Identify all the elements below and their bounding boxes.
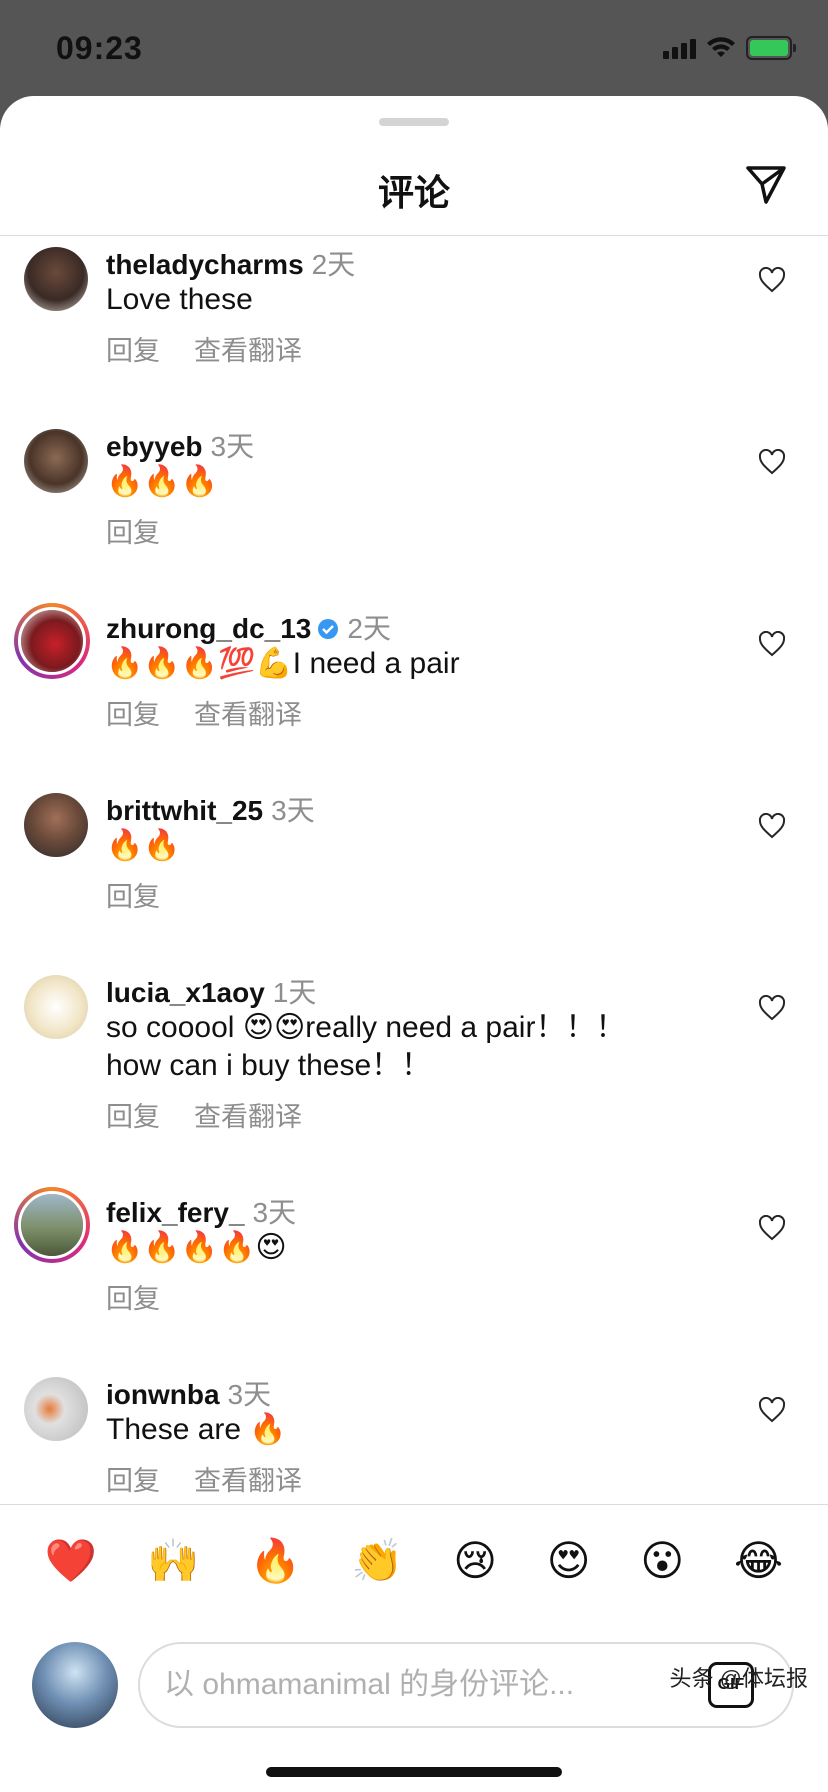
- comment-header: lucia_x1aoy 1天: [106, 971, 316, 1011]
- comment-time: 3天: [210, 431, 255, 462]
- comment-item: lucia_x1aoy 1天 so cooool 😍😍really need a …: [0, 965, 828, 1185]
- username[interactable]: zhurong_dc_13: [106, 613, 311, 644]
- reply-button[interactable]: 回复: [106, 700, 160, 730]
- emoji-raising-hands[interactable]: 🙌: [147, 1536, 199, 1586]
- comment-text: 🔥🔥🔥: [106, 465, 219, 498]
- username[interactable]: lucia_x1aoy: [106, 977, 265, 1008]
- comment-item: ebyyeb 3天 🔥🔥🔥 回复: [0, 419, 828, 601]
- username[interactable]: theladycharms: [106, 249, 304, 280]
- comment-actions: 回复 查看翻译: [106, 329, 336, 368]
- comment-time: 3天: [271, 795, 315, 826]
- like-heart-icon[interactable]: [758, 1397, 786, 1423]
- emoji-laughing[interactable]: 😂: [734, 1536, 783, 1585]
- see-translation-button[interactable]: 查看翻译: [194, 1466, 302, 1496]
- see-translation-button[interactable]: 查看翻译: [194, 700, 302, 730]
- emoji-heart[interactable]: ❤️: [45, 1536, 97, 1586]
- like-heart-icon[interactable]: [758, 1215, 786, 1241]
- like-heart-icon[interactable]: [758, 267, 786, 293]
- comment-text: Love these: [106, 283, 253, 316]
- avatar[interactable]: [24, 793, 88, 857]
- avatar-story-ring[interactable]: [14, 603, 90, 679]
- comment-header: ebyyeb 3天: [106, 425, 254, 465]
- comment-text: 🔥🔥🔥💯💪I need a pair: [106, 647, 460, 680]
- reply-button[interactable]: 回复: [106, 1284, 160, 1314]
- cellular-signal-icon: [663, 37, 696, 59]
- avatar[interactable]: [24, 975, 88, 1039]
- comment-time: 1天: [272, 977, 317, 1008]
- comment-actions: 回复: [106, 1277, 194, 1316]
- comment-header: theladycharms 2天: [106, 243, 355, 283]
- comment-item: zhurong_dc_13 2天 🔥🔥🔥💯💪I need a pair 回复 查看翻…: [0, 601, 828, 783]
- emoji-fire[interactable]: 🔥: [249, 1536, 301, 1586]
- comment-text: so cooool 😍😍really need a pair！！！ how ca…: [106, 1011, 626, 1082]
- current-user-avatar: [32, 1642, 118, 1728]
- comment-actions: 回复 查看翻译: [106, 1095, 336, 1134]
- quick-emoji-bar: ❤️ 🙌 🔥 👏 😢 😍 😮 😂: [0, 1504, 828, 1616]
- reply-button[interactable]: 回复: [106, 1102, 160, 1132]
- avatar[interactable]: [24, 1377, 88, 1441]
- avatar[interactable]: [24, 429, 88, 493]
- sheet-header: 评论: [0, 136, 828, 236]
- comment-item: theladycharms 2天 Love these 回复 查看翻译: [0, 237, 828, 419]
- comment-header: brittwhit_25 3天: [106, 789, 315, 829]
- emoji-crying[interactable]: 😢: [453, 1536, 497, 1585]
- avatar[interactable]: [24, 247, 88, 311]
- sheet-title: 评论: [377, 172, 450, 213]
- comment-text: 🔥🔥: [106, 829, 181, 862]
- home-indicator: [266, 1767, 562, 1777]
- comment-actions: 回复 查看翻译: [106, 693, 336, 732]
- comment-item: felix_fery_ 3天 🔥🔥🔥🔥😍 回复: [0, 1185, 828, 1367]
- comment-time: 2天: [311, 249, 356, 280]
- like-heart-icon[interactable]: [758, 813, 786, 839]
- status-icons: [663, 36, 796, 60]
- comment-item: brittwhit_25 3天 🔥🔥 回复: [0, 783, 828, 965]
- comment-header: felix_fery_ 3天: [106, 1191, 296, 1231]
- verified-badge-icon: [318, 619, 339, 639]
- see-translation-button[interactable]: 查看翻译: [194, 336, 302, 366]
- username[interactable]: ebyyeb: [106, 431, 203, 462]
- reply-button[interactable]: 回复: [106, 518, 160, 548]
- battery-icon: [746, 36, 796, 60]
- status-bar: 09:23: [0, 0, 828, 96]
- username[interactable]: felix_fery_: [106, 1197, 245, 1228]
- comment-text: 🔥🔥🔥🔥😍: [106, 1231, 287, 1264]
- see-translation-button[interactable]: 查看翻译: [194, 1102, 302, 1132]
- emoji-clap[interactable]: 👏: [351, 1536, 403, 1586]
- like-heart-icon[interactable]: [758, 631, 786, 657]
- comment-header: ionwnba 3天: [106, 1373, 271, 1413]
- comment-actions: 回复 查看翻译: [106, 1459, 336, 1498]
- comments-sheet: 评论 theladycharms 2天 Love these 回复 查看翻译 eby…: [0, 96, 828, 1792]
- emoji-heart-eyes[interactable]: 😍: [547, 1536, 591, 1585]
- username[interactable]: brittwhit_25: [106, 795, 263, 826]
- comment-actions: 回复: [106, 511, 194, 550]
- comment-list: theladycharms 2天 Love these 回复 查看翻译 ebyyeb…: [0, 237, 828, 1549]
- wifi-icon: [707, 37, 735, 57]
- like-heart-icon[interactable]: [758, 449, 786, 475]
- comment-time: 3天: [227, 1379, 272, 1410]
- status-time: 09:23: [56, 30, 143, 66]
- username[interactable]: ionwnba: [106, 1379, 220, 1410]
- reply-button[interactable]: 回复: [106, 1466, 160, 1496]
- avatar-story-ring[interactable]: [14, 1187, 90, 1263]
- comment-actions: 回复: [106, 875, 194, 914]
- comment-time: 3天: [252, 1197, 297, 1228]
- send-icon[interactable]: [744, 162, 788, 206]
- comment-text: These are 🔥: [106, 1413, 287, 1446]
- sheet-grabber[interactable]: [379, 118, 449, 126]
- reply-button[interactable]: 回复: [106, 336, 160, 366]
- comment-header: zhurong_dc_13 2天: [106, 607, 391, 647]
- reply-button[interactable]: 回复: [106, 882, 160, 912]
- emoji-surprised[interactable]: 😮: [640, 1536, 684, 1585]
- like-heart-icon[interactable]: [758, 995, 786, 1021]
- watermark: 头条 @体坛报: [669, 1666, 808, 1691]
- comment-time: 2天: [347, 613, 391, 644]
